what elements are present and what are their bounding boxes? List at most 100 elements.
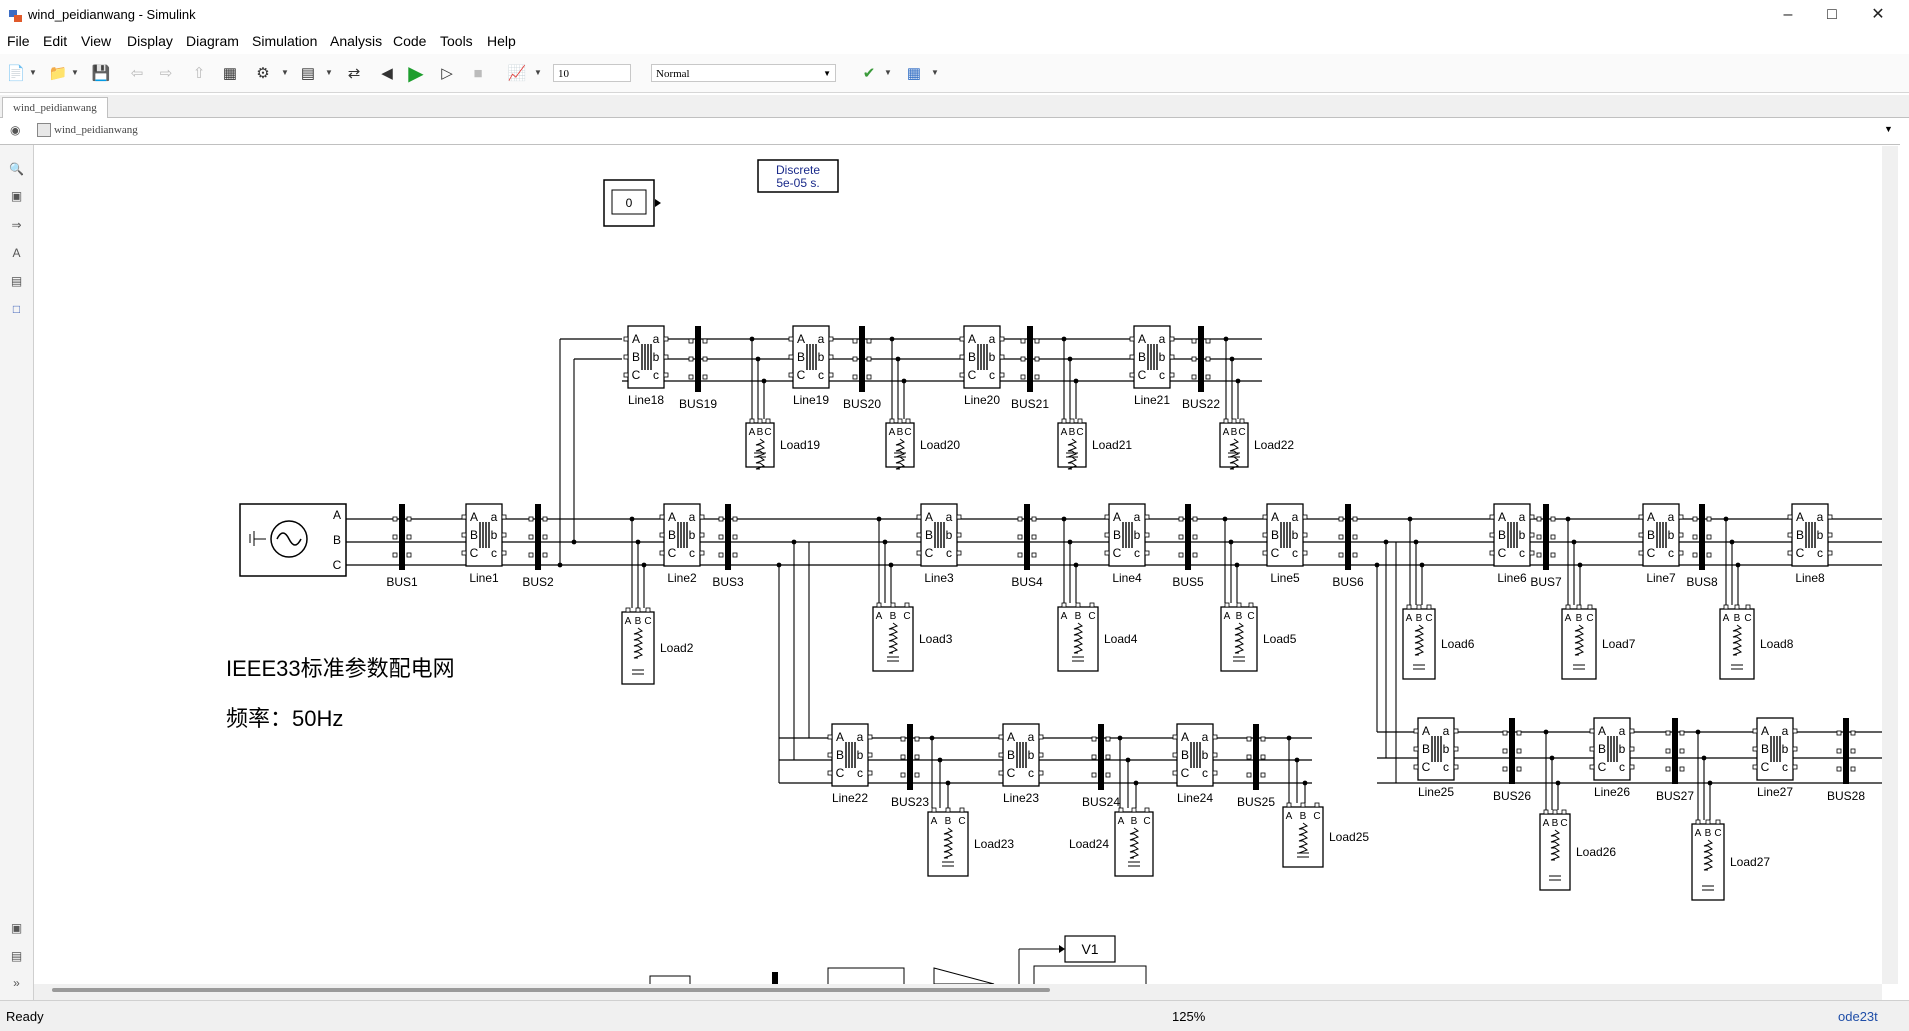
load-block-load4[interactable]: A B C Load4 <box>1057 602 1138 672</box>
line-block-line6[interactable]: AaB bC c Line6 <box>1489 503 1535 585</box>
line-block-line5[interactable]: AaB bC c Line5 <box>1262 503 1308 585</box>
bus-bus25[interactable]: BUS25 <box>1237 724 1275 809</box>
bus-bus7[interactable]: BUS7 <box>1530 504 1562 589</box>
block-diagram[interactable]: Discrete 5e-05 s. 0 A B C IEEE33标准参数配电网 … <box>34 146 1882 984</box>
menu-view[interactable]: View <box>81 33 111 49</box>
line-block-line2[interactable]: AaB bC c Line2 <box>659 503 705 585</box>
save-icon[interactable]: 💾 <box>90 62 112 84</box>
line-block-line8[interactable]: AaB bC c Line8 <box>1787 503 1833 585</box>
horizontal-scrollbar[interactable] <box>34 984 1882 1000</box>
load-block-load19[interactable]: A B C Load19 <box>745 418 820 470</box>
chevron-down-icon[interactable]: ▼ <box>1884 124 1893 134</box>
bus-bus3[interactable]: BUS3 <box>712 504 744 589</box>
bus-bus27[interactable]: BUS27 <box>1656 718 1694 803</box>
line-block-line26[interactable]: AaB bC c Line26 <box>1589 717 1635 799</box>
step-back-icon[interactable]: ◀ <box>376 62 398 84</box>
camera-icon[interactable]: ▣ <box>8 920 25 937</box>
explorer-dropdown-icon[interactable]: ▼ <box>325 68 333 77</box>
menu-analysis[interactable]: Analysis <box>330 33 382 49</box>
load-block-load20[interactable]: A B C Load20 <box>885 418 960 470</box>
stop-time-input[interactable]: 10 <box>553 64 631 82</box>
bus-bus28[interactable]: BUS28 <box>1827 718 1865 803</box>
zoom-icon[interactable]: 🔍 <box>8 161 25 178</box>
model-canvas[interactable]: Discrete 5e-05 s. 0 A B C IEEE33标准参数配电网 … <box>34 146 1882 984</box>
load-block-load7[interactable]: A B C Load7 <box>1561 604 1636 680</box>
line-block-line23[interactable]: AaB bC c Line23 <box>998 723 1044 805</box>
bus-bus6[interactable]: BUS6 <box>1332 504 1364 589</box>
line-block-line24[interactable]: AaB bC c Line24 <box>1172 723 1218 805</box>
open-dropdown-icon[interactable]: ▼ <box>71 68 79 77</box>
line-block-line18[interactable]: AaB bC c Line18 <box>623 325 669 407</box>
close-button[interactable]: ✕ <box>1860 4 1896 26</box>
menu-display[interactable]: Display <box>127 33 173 49</box>
line-block-line25[interactable]: AaB bC c Line25 <box>1413 717 1459 799</box>
annotation-icon[interactable]: A <box>8 245 25 262</box>
minimize-button[interactable]: – <box>1770 4 1806 26</box>
up-arrow-icon[interactable]: ⇧ <box>188 62 210 84</box>
forward-arrow-icon[interactable]: ⇨ <box>155 62 177 84</box>
bus-bus5[interactable]: BUS5 <box>1172 504 1204 589</box>
model-settings-gear-icon[interactable]: ⚙ <box>252 62 274 84</box>
bus-bus23[interactable]: BUS23 <box>891 724 929 809</box>
load-block-load24[interactable]: A B C Load24 <box>1069 807 1154 877</box>
record-scope-icon[interactable]: 📈 <box>506 62 528 84</box>
fit-to-view-icon[interactable]: ▣ <box>8 188 25 205</box>
load-block-load5[interactable]: A B C Load5 <box>1220 602 1297 672</box>
model-explorer-icon[interactable]: ▤ <box>297 62 319 84</box>
area-icon[interactable]: □ <box>8 301 25 318</box>
menu-diagram[interactable]: Diagram <box>186 33 239 49</box>
line-block-line4[interactable]: AaB bC c Line4 <box>1104 503 1150 585</box>
record-dropdown-icon[interactable]: ▼ <box>534 68 542 77</box>
line-block-line7[interactable]: AaB bC c Line7 <box>1638 503 1684 585</box>
load-block-load23[interactable]: A B C Load23 <box>927 807 1014 877</box>
powergui-block[interactable]: Discrete 5e-05 s. <box>757 159 839 193</box>
bus-bus26[interactable]: BUS26 <box>1493 718 1531 803</box>
step-forward-icon[interactable]: ▷ <box>436 62 458 84</box>
display-block[interactable]: 0 <box>603 179 661 227</box>
line-block-line22[interactable]: AaB bC c Line22 <box>827 723 873 805</box>
bus-bus1[interactable]: BUS1 <box>386 504 418 589</box>
maximize-button[interactable]: □ <box>1814 4 1850 26</box>
line-block-line3[interactable]: AaB bC c Line3 <box>916 503 962 585</box>
breadcrumb[interactable]: wind_peidianwang <box>54 124 138 136</box>
new-dropdown-icon[interactable]: ▼ <box>29 68 37 77</box>
bus-bus8[interactable]: BUS8 <box>1686 504 1718 589</box>
menu-simulation[interactable]: Simulation <box>252 33 317 49</box>
explorer-bar-icon[interactable]: ▤ <box>8 948 25 965</box>
menu-code[interactable]: Code <box>393 33 426 49</box>
build-dropdown-icon[interactable]: ▼ <box>931 68 939 77</box>
load-block-load2[interactable]: A B C Load2 <box>621 607 694 685</box>
bus-bus24[interactable]: BUS24 <box>1082 724 1120 809</box>
load-block-load26[interactable]: A B C Load26 <box>1539 809 1616 891</box>
tab-wind-peidianwang[interactable]: wind_peidianwang <box>2 97 108 118</box>
line-block-line1[interactable]: AaB bC c Line1 <box>461 503 507 585</box>
stop-icon[interactable]: ■ <box>467 62 489 84</box>
menu-tools[interactable]: Tools <box>440 33 473 49</box>
vertical-scrollbar[interactable] <box>1882 146 1898 984</box>
model-advisor-check-icon[interactable]: ✔ <box>858 62 880 84</box>
menu-edit[interactable]: Edit <box>43 33 67 49</box>
data-inspector-icon[interactable]: ⇄ <box>343 62 365 84</box>
simulation-mode-select[interactable]: Normal ▼ <box>651 64 836 82</box>
line-block-line27[interactable]: AaB bC c Line27 <box>1752 717 1798 799</box>
expand-icon[interactable]: » <box>8 975 25 992</box>
menu-help[interactable]: Help <box>487 33 516 49</box>
menu-file[interactable]: File <box>7 33 30 49</box>
arrow-right-icon[interactable]: ⇒ <box>8 217 25 234</box>
library-browser-icon[interactable]: ▦ <box>219 62 241 84</box>
load-block-load6[interactable]: A B C Load6 <box>1402 604 1475 680</box>
back-arrow-icon[interactable]: ⇦ <box>126 62 148 84</box>
line-block-line21[interactable]: AaB bC c Line21 <box>1129 325 1175 407</box>
load-block-load25[interactable]: A B C Load25 <box>1282 802 1369 868</box>
open-folder-icon[interactable]: 📁 <box>47 62 69 84</box>
load-block-load8[interactable]: A B C Load8 <box>1719 604 1794 680</box>
scrollbar-thumb[interactable] <box>52 988 1050 992</box>
advisor-dropdown-icon[interactable]: ▼ <box>884 68 892 77</box>
three-phase-source-block[interactable]: A B C <box>239 503 347 577</box>
line-block-line19[interactable]: AaB bC c Line19 <box>788 325 834 407</box>
line-block-line20[interactable]: AaB bC c Line20 <box>959 325 1005 407</box>
load-block-load22[interactable]: A B C Load22 <box>1219 418 1294 470</box>
settings-dropdown-icon[interactable]: ▼ <box>281 68 289 77</box>
new-model-icon[interactable]: 📄 <box>5 62 27 84</box>
solver-link[interactable]: ode23t <box>1838 1009 1878 1024</box>
